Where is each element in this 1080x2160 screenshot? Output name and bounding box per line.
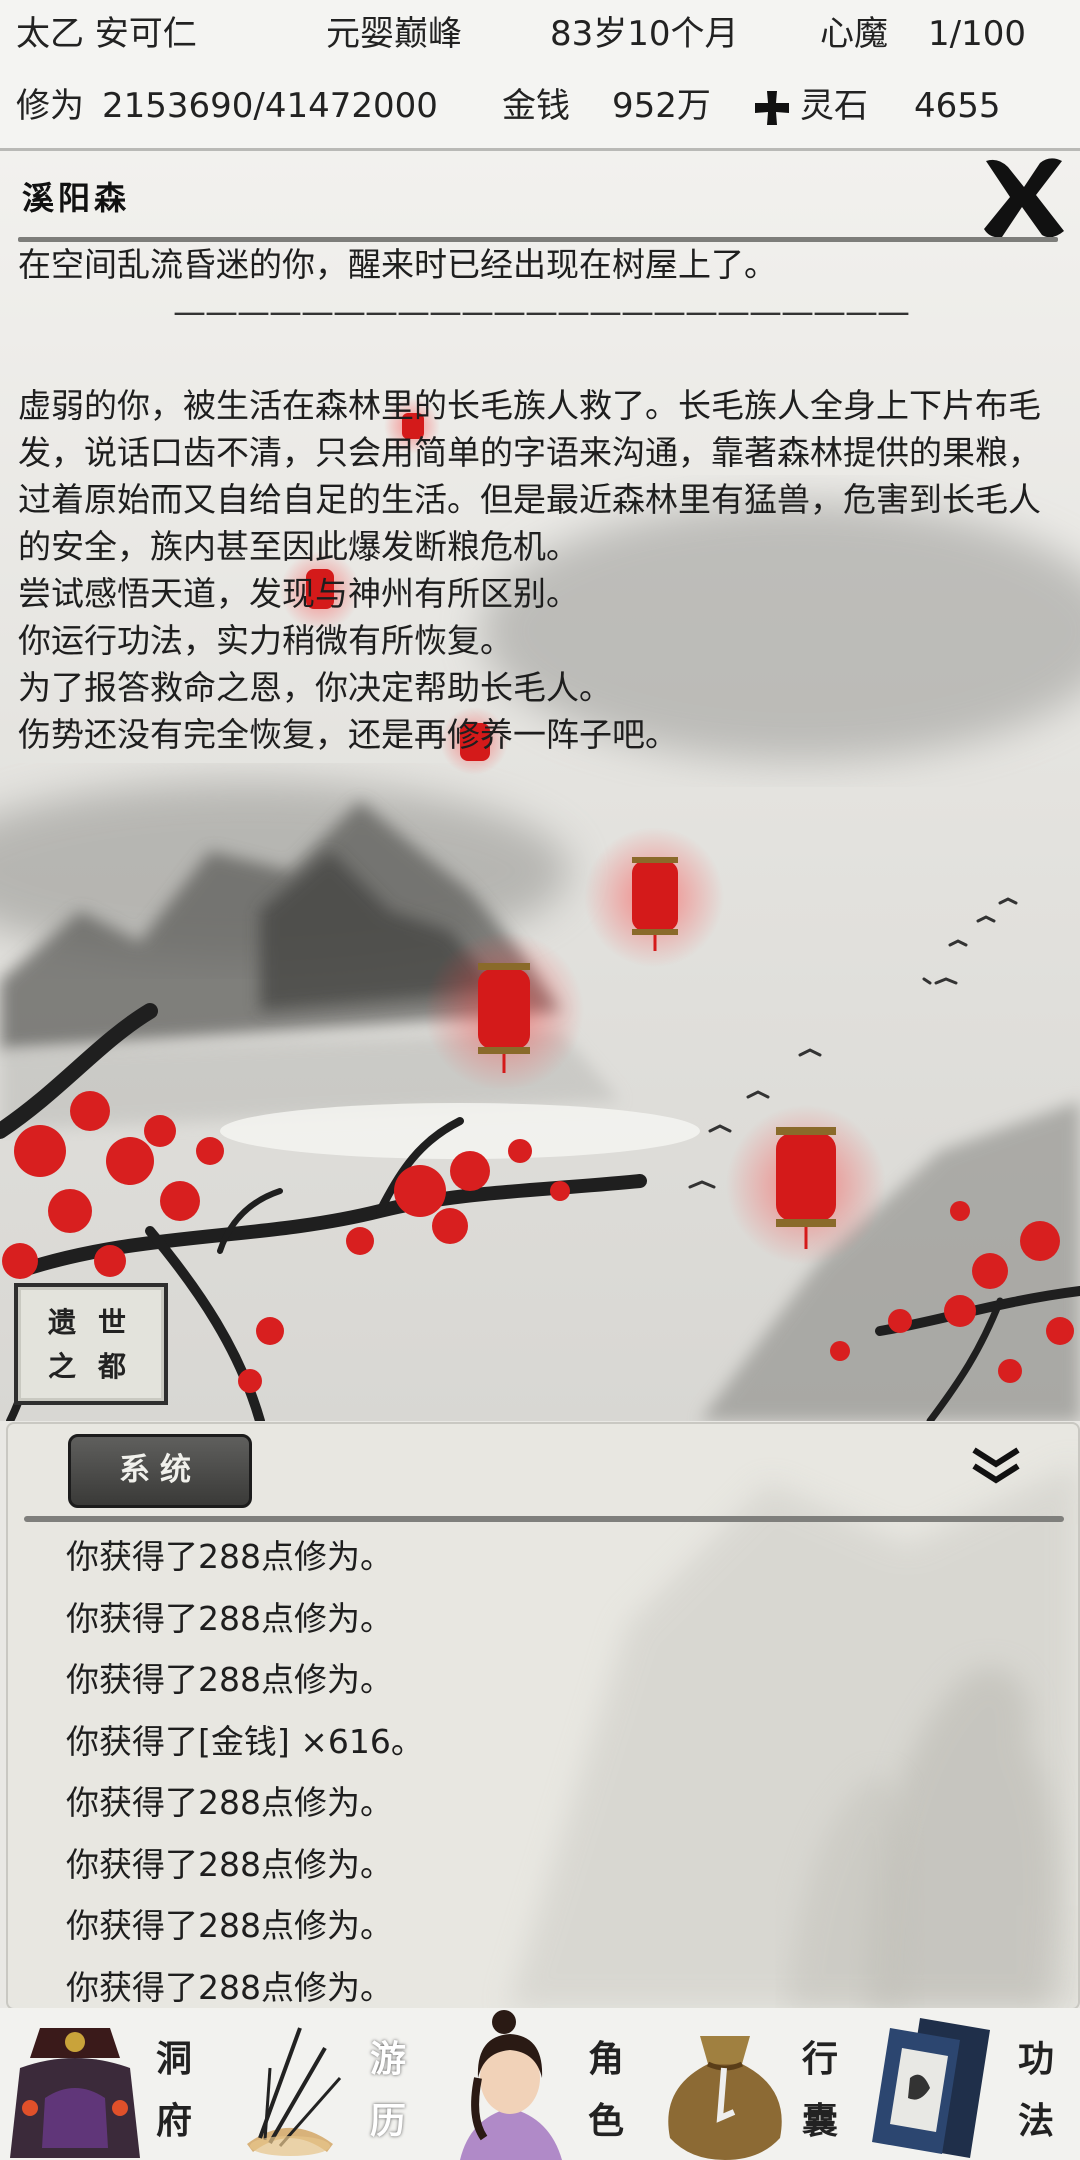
character-icon — [460, 2010, 562, 2160]
seal-char: 之 — [48, 1350, 77, 1383]
nav-techniques[interactable]: 功 法 — [860, 2008, 1080, 2160]
story-line: 你运行功法，实力稍微有所恢复。 — [18, 621, 513, 660]
log-entry: 你获得了288点修为。 — [66, 1906, 393, 1945]
story-line: 为了报答救命之恩，你决定帮助长毛人。 — [18, 668, 612, 707]
cultivation-label: 修为 — [16, 86, 84, 126]
log-entry: 你获得了288点修为。 — [66, 1844, 393, 1884]
nav-label-char: 游 — [370, 2038, 407, 2080]
story-line: 伤势还没有完全恢复，还是再修养一阵子吧。 — [18, 715, 678, 754]
double-chevron-down-icon — [972, 1447, 1020, 1484]
system-log-panel: 系统 你获得了288点修为。 你获得了288点修为。 你获得了288点修为。 你… — [6, 1422, 1080, 2010]
status-bar: 太乙 安可仁 元婴巅峰 83岁10个月 心魔 1/100 修为 2153690/… — [0, 0, 1080, 151]
player-name: 太乙 安可仁 — [16, 14, 197, 54]
log-entry: 你获得了288点修为。 — [66, 1783, 393, 1822]
seal-char: 遗 — [48, 1306, 77, 1339]
log-entry: 你获得了[金钱] ×616。 — [66, 1721, 424, 1761]
cave-dwelling-icon — [10, 2028, 140, 2158]
log-entry: 你获得了288点修为。 — [66, 1660, 393, 1699]
location-name: 溪阳森 — [22, 179, 131, 217]
realm-text: 元婴巅峰 — [326, 14, 462, 54]
age-text: 83岁10个月 — [550, 14, 739, 54]
nav-label-char: 历 — [370, 2100, 407, 2142]
story-paragraph: 虚弱的你，被生活在森林里的长毛族人救了。长毛族人全身上下片布毛发，说话口齿不清，… — [18, 386, 1041, 566]
seal-char: 世 — [98, 1306, 127, 1339]
location-header: 溪阳森 — [0, 151, 1080, 242]
story-intro: 在空间乱流昏迷的你，醒来时已经出现在树屋上了。 — [18, 245, 777, 284]
log-entries: 你获得了288点修为。 你获得了288点修为。 你获得了288点修为。 你获得了… — [66, 1526, 424, 2008]
location-scene: 溪阳森 在空间乱流昏迷的你，醒来时已经出现在树屋上了。 ————————————… — [0, 151, 1080, 1421]
story-text: 在空间乱流昏迷的你，醒来时已经出现在树屋上了。 ————————————————… — [18, 241, 1064, 758]
nav-label-char: 行 — [802, 2038, 839, 2080]
nav-label-char: 功 — [1018, 2038, 1055, 2080]
spirit-stone-plus-icon[interactable] — [752, 88, 792, 128]
nav-label-char: 法 — [1018, 2100, 1055, 2142]
money-value: 952万 — [612, 86, 711, 126]
log-divider — [24, 1516, 1064, 1522]
demon-label: 心魔 — [820, 14, 888, 54]
log-entry: 你获得了288点修为。 — [66, 1598, 393, 1638]
tab-system[interactable]: 系统 — [68, 1434, 252, 1508]
collapse-log-button[interactable] — [966, 1442, 1026, 1492]
money-label: 金钱 — [502, 86, 570, 126]
story-divider: ——————————————————————— — [173, 292, 910, 331]
destination-seal-button[interactable]: 世 遗 都 之 — [14, 1283, 168, 1405]
bag-icon — [668, 2036, 782, 2160]
demon-value: 1/100 — [928, 14, 1026, 54]
stone-label: 灵石 — [800, 86, 868, 126]
stone-value: 4655 — [914, 86, 1001, 126]
close-button[interactable] — [978, 153, 1068, 241]
travel-icon — [247, 2027, 342, 2156]
nav-label-char: 洞 — [156, 2038, 193, 2080]
log-entry: 你获得了288点修为。 — [66, 1967, 393, 2007]
nav-label-char: 色 — [588, 2100, 625, 2142]
nav-character[interactable]: 角 色 — [440, 2008, 650, 2160]
cultivation-value: 2153690/41472000 — [102, 86, 438, 126]
scroll-icon — [872, 2018, 990, 2158]
close-icon — [984, 158, 1064, 238]
bottom-navigation: 洞 府 游 历 角 色 行 囊 功 法 — [0, 2008, 1080, 2160]
nav-label-char: 角 — [588, 2038, 625, 2080]
nav-label-char: 府 — [156, 2100, 193, 2142]
nav-label-char: 囊 — [802, 2100, 839, 2142]
nav-bag[interactable]: 行 囊 — [650, 2008, 860, 2160]
log-entry: 你获得了288点修为。 — [66, 1537, 393, 1576]
story-line: 尝试感悟天道，发现与神州有所区别。 — [18, 574, 579, 613]
nav-travel[interactable]: 游 历 — [230, 2008, 440, 2160]
seal-char: 都 — [98, 1350, 127, 1383]
